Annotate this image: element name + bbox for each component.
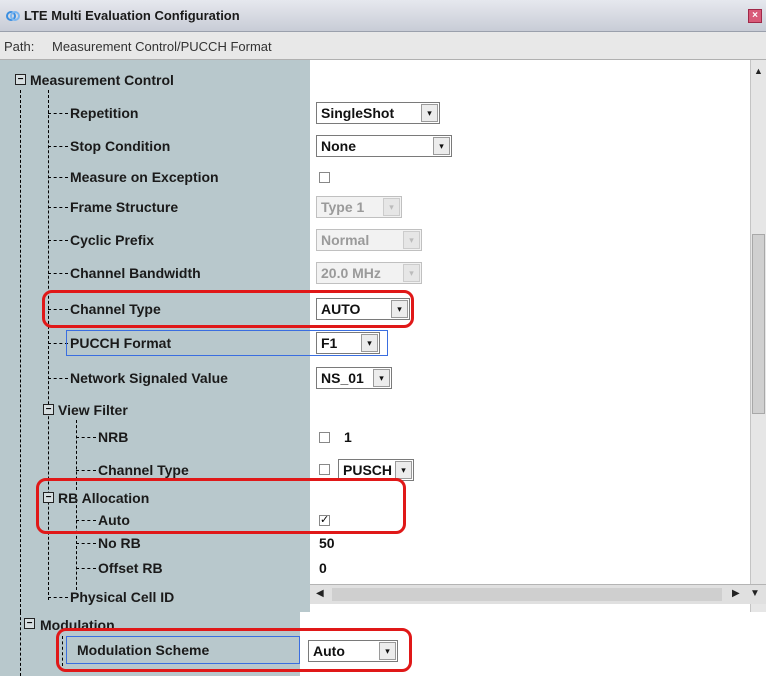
chevron-down-icon: ▾	[403, 231, 420, 249]
tree-line	[20, 90, 21, 612]
app-logo-icon	[6, 11, 20, 21]
nrb-value: 1	[344, 429, 352, 445]
network-signaled-value: NS_01	[321, 370, 364, 386]
vertical-scroll-thumb[interactable]	[752, 234, 765, 414]
expand-view-filter-icon[interactable]: −	[43, 404, 54, 415]
frame-structure-dropdown: Type 1 ▾	[316, 196, 402, 218]
no-rb-value: 50	[319, 535, 335, 551]
repetition-dropdown[interactable]: SingleShot ▾	[316, 102, 440, 124]
expand-modulation-icon[interactable]: −	[24, 618, 35, 629]
cyclic-prefix-value: Normal	[321, 232, 370, 248]
scroll-up-icon[interactable]: ▲	[754, 66, 763, 76]
repetition-value: SingleShot	[321, 105, 395, 121]
tree-group-view-filter[interactable]: View Filter	[58, 401, 128, 419]
stop-condition-dropdown[interactable]: None ▾	[316, 135, 452, 157]
network-signaled-value-dropdown[interactable]: NS_01 ▾	[316, 367, 392, 389]
expand-measurement-control-icon[interactable]: −	[15, 74, 26, 85]
tree-item-view-filter-channel-type[interactable]: Channel Type	[98, 461, 189, 479]
path-label: Path:	[4, 39, 35, 54]
scroll-right-icon[interactable]: ▶	[732, 588, 740, 599]
chevron-down-icon[interactable]: ▾	[395, 461, 412, 479]
tree-item-no-rb[interactable]: No RB	[98, 534, 141, 552]
channel-bandwidth-value: 20.0 MHz	[321, 265, 381, 281]
path-value: Measurement Control/PUCCH Format	[52, 39, 272, 54]
window-titlebar: LTE Multi Evaluation Configuration ×	[0, 0, 766, 32]
close-button[interactable]: ×	[748, 9, 762, 23]
scroll-left-icon[interactable]: ◀	[316, 588, 324, 599]
chevron-down-icon: ▾	[383, 198, 400, 216]
nrb-checkbox[interactable]	[319, 432, 330, 443]
modulation-section: − Modulation Modulation Scheme Auto ▾	[0, 612, 766, 676]
measure-on-exception-checkbox[interactable]	[319, 172, 330, 183]
path-bar: Path: Measurement Control/PUCCH Format	[0, 32, 766, 60]
stop-condition-value: None	[321, 138, 356, 154]
chevron-down-icon[interactable]: ▾	[421, 104, 438, 122]
tree-item-physical-cell-id[interactable]: Physical Cell ID	[70, 588, 174, 606]
horizontal-scrollbar[interactable]: ◀ ▶ ▼	[310, 584, 766, 604]
window-title: LTE Multi Evaluation Configuration	[24, 8, 240, 23]
tree-item-network-signaled-value[interactable]: Network Signaled Value	[70, 369, 228, 387]
chevron-down-icon[interactable]: ▾	[373, 369, 390, 387]
tree-item-nrb[interactable]: NRB	[98, 428, 128, 446]
offset-rb-value: 0	[319, 560, 327, 576]
highlight-channel-type	[42, 290, 414, 328]
tree-item-channel-bandwidth[interactable]: Channel Bandwidth	[70, 264, 201, 282]
tree-item-repetition[interactable]: Repetition	[70, 104, 138, 122]
scroll-down-icon[interactable]: ▼	[750, 588, 760, 599]
channel-bandwidth-dropdown: 20.0 MHz ▾	[316, 262, 422, 284]
pucch-format-selection-box	[66, 330, 388, 356]
cyclic-prefix-dropdown: Normal ▾	[316, 229, 422, 251]
tree-item-cyclic-prefix[interactable]: Cyclic Prefix	[70, 231, 154, 249]
highlight-modulation-scheme	[56, 628, 412, 672]
chevron-down-icon: ▾	[403, 264, 420, 282]
tree-root-measurement-control[interactable]: Measurement Control	[30, 71, 174, 89]
tree-item-measure-on-exception[interactable]: Measure on Exception	[70, 168, 219, 186]
view-filter-channel-type-checkbox[interactable]	[319, 464, 330, 475]
frame-structure-value: Type 1	[321, 199, 365, 215]
horizontal-scroll-track[interactable]	[332, 588, 722, 601]
highlight-rb-allocation	[36, 478, 406, 534]
chevron-down-icon[interactable]: ▾	[433, 137, 450, 155]
tree-item-offset-rb[interactable]: Offset RB	[98, 559, 163, 577]
vertical-scrollbar[interactable]: ▲	[750, 60, 766, 612]
view-filter-channel-type-value: PUSCH	[343, 462, 393, 478]
tree-item-frame-structure[interactable]: Frame Structure	[70, 198, 178, 216]
tree-item-stop-condition[interactable]: Stop Condition	[70, 137, 170, 155]
